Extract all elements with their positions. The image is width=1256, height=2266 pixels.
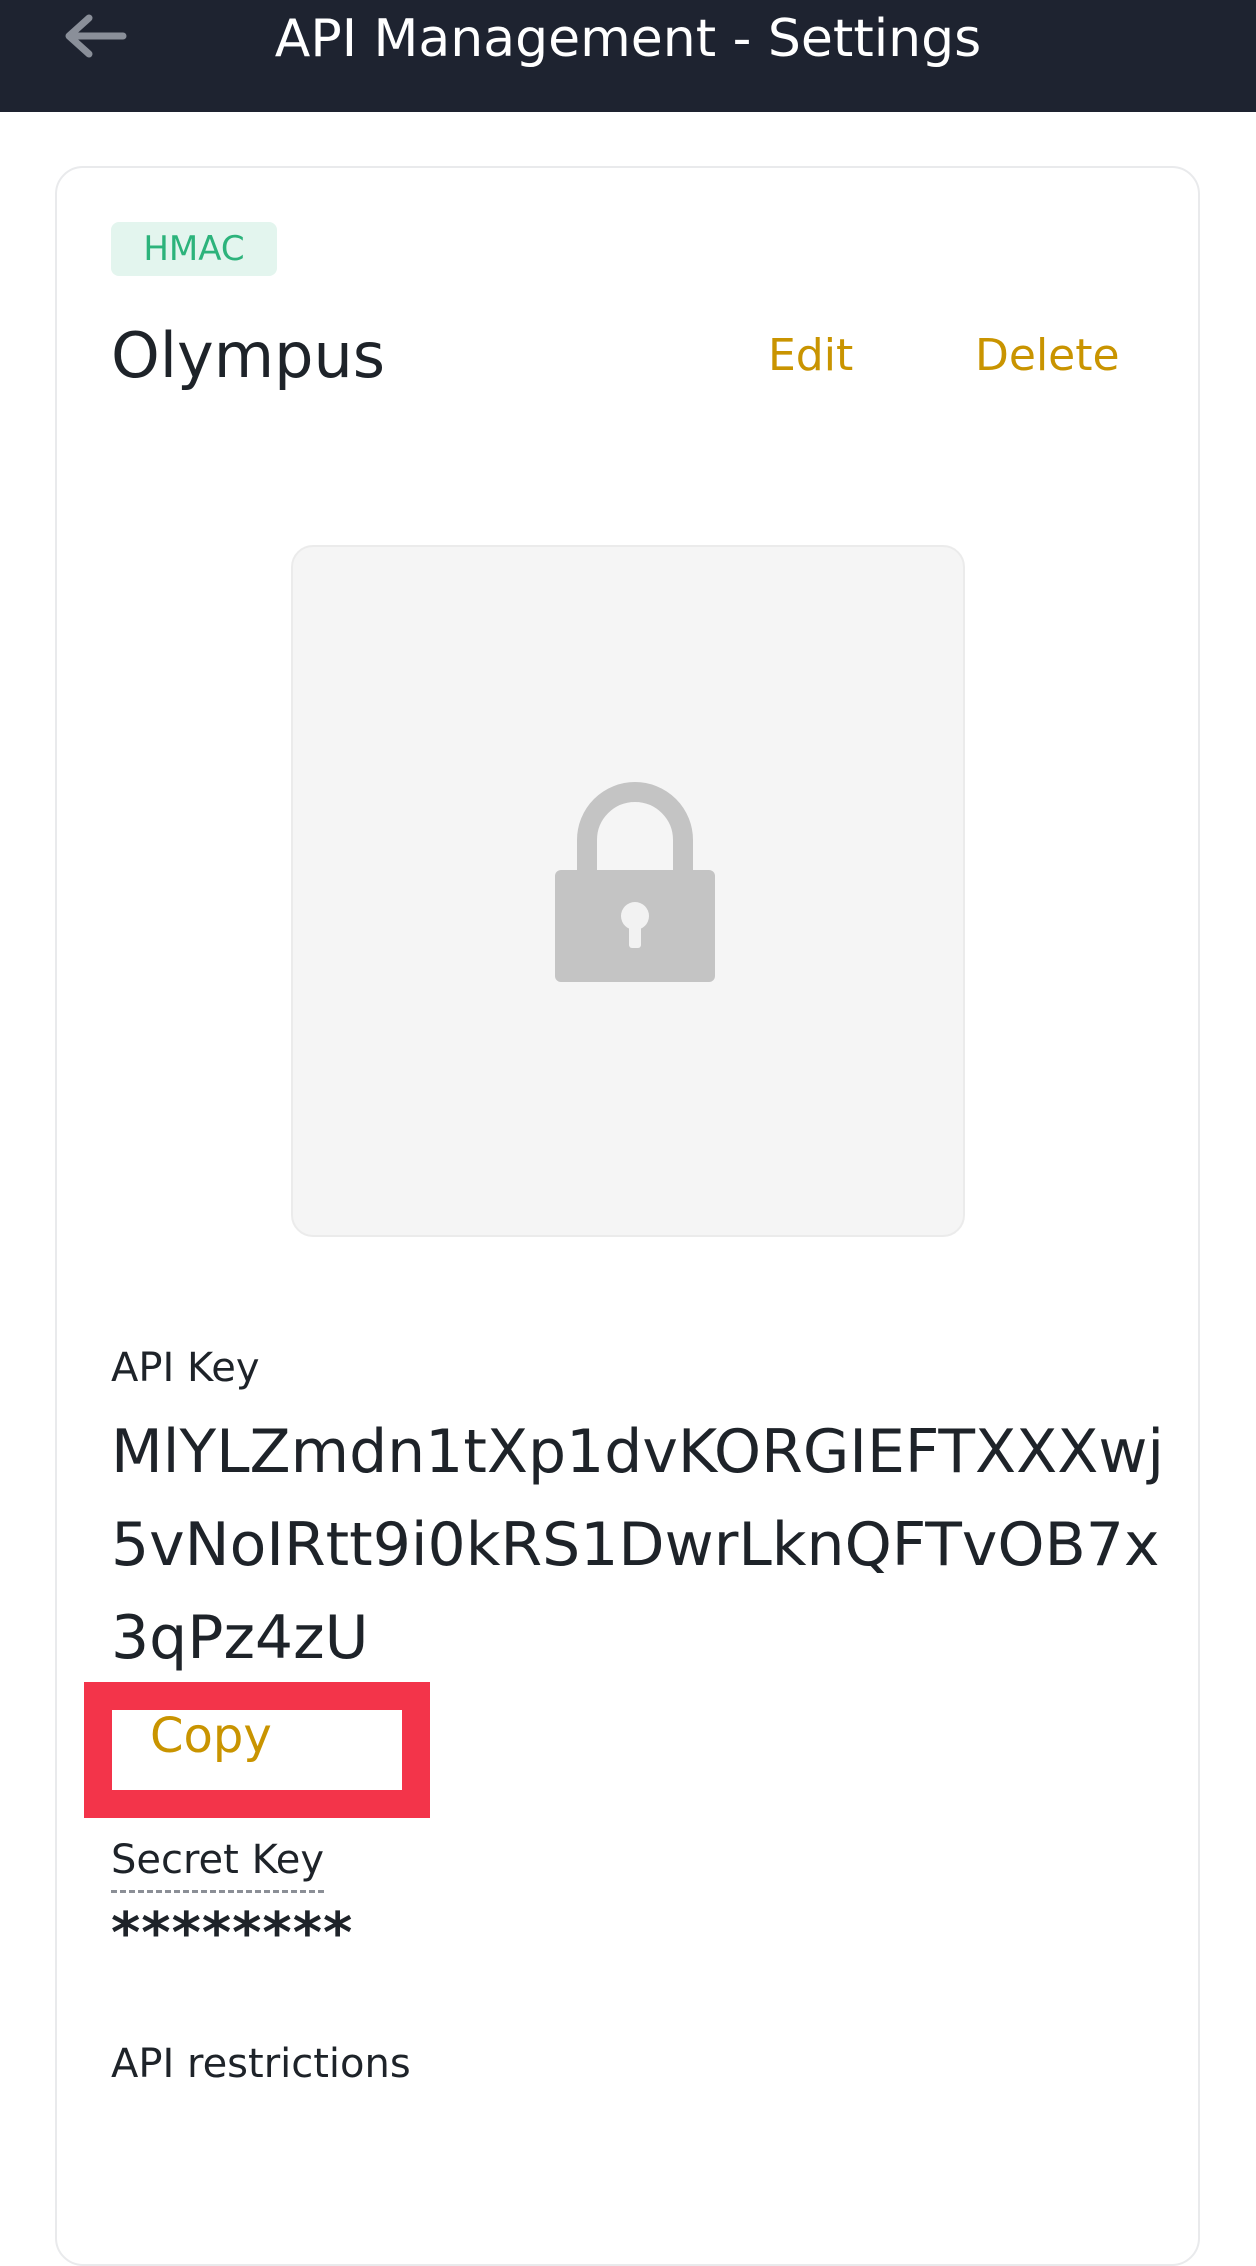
lock-icon	[555, 782, 715, 982]
top-bar: API Management - Settings	[0, 0, 1256, 112]
api-key-name: Olympus	[111, 319, 386, 392]
hmac-badge: HMAC	[111, 222, 277, 276]
delete-button[interactable]: Delete	[975, 326, 1120, 386]
edit-button[interactable]: Edit	[768, 326, 853, 386]
secret-key-value: ********	[111, 1901, 354, 1966]
api-key-label: API Key	[111, 1345, 260, 1391]
api-key-value: MlYLZmdn1tXp1dvKORGIEFTXXXwj5vNoIRtt9i0k…	[111, 1417, 1165, 1673]
page-title: API Management - Settings	[274, 9, 982, 69]
api-restrictions-label: API restrictions	[111, 2041, 411, 2087]
secret-key-label[interactable]: Secret Key	[111, 1832, 325, 1893]
copy-button[interactable]: Copy	[150, 1706, 272, 1766]
